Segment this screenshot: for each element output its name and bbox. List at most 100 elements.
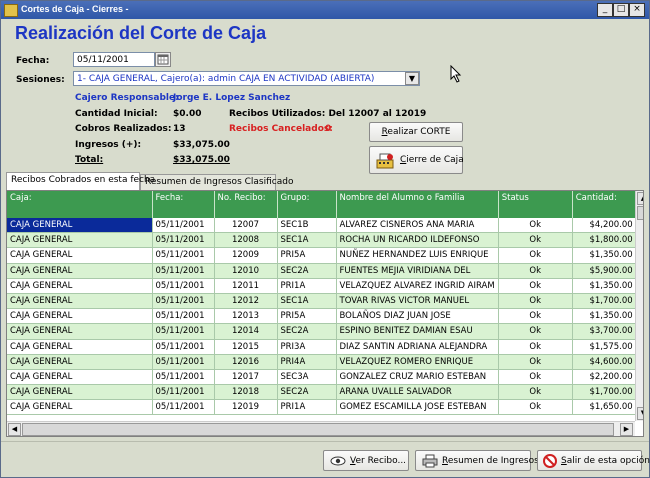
- cell-cantidad[interactable]: $1,700.00: [572, 293, 637, 310]
- cell-caja[interactable]: CAJA GENERAL: [7, 354, 153, 370]
- table-row[interactable]: CAJA GENERAL 05/11/2001 12019 PRI1A GOMEZ ES…: [7, 399, 637, 416]
- column-header-fecha[interactable]: Fecha:: [152, 191, 215, 218]
- cell-grupo[interactable]: SEC2A: [277, 263, 337, 279]
- cell-caja[interactable]: CAJA GENERAL: [7, 278, 153, 294]
- cell-recibo[interactable]: 12007: [214, 218, 278, 234]
- cell-grupo[interactable]: PRI1A: [277, 278, 337, 294]
- table-row[interactable]: CAJA GENERAL 05/11/2001 12009 PRI5A NUÑEZ HE…: [7, 247, 637, 264]
- scroll-up-icon[interactable]: ▲: [637, 192, 643, 205]
- maximize-button[interactable]: □: [613, 3, 629, 17]
- cell-status[interactable]: Ok: [498, 399, 573, 416]
- cell-recibo[interactable]: 12009: [214, 247, 278, 264]
- horizontal-scrollbar[interactable]: ◀ ▶: [7, 421, 635, 436]
- cell-recibo[interactable]: 12017: [214, 369, 278, 386]
- cell-recibo[interactable]: 12016: [214, 354, 278, 370]
- cell-nombre[interactable]: VELAZQUEZ ROMERO ENRIQUE: [336, 354, 499, 370]
- column-header-grupo[interactable]: Grupo:: [277, 191, 337, 218]
- cell-grupo[interactable]: PRI3A: [277, 339, 337, 355]
- cell-fecha[interactable]: 05/11/2001: [152, 247, 215, 264]
- cell-fecha[interactable]: 05/11/2001: [152, 232, 215, 249]
- cell-nombre[interactable]: NUÑEZ HERNANDEZ LUIS ENRIQUE: [336, 247, 499, 264]
- cell-grupo[interactable]: SEC2A: [277, 323, 337, 340]
- chevron-down-icon[interactable]: ▼: [405, 72, 419, 85]
- cell-fecha[interactable]: 05/11/2001: [152, 339, 215, 355]
- cell-cantidad[interactable]: $4,600.00: [572, 354, 637, 370]
- cell-cantidad[interactable]: $1,350.00: [572, 278, 637, 294]
- cell-status[interactable]: Ok: [498, 218, 573, 234]
- close-button[interactable]: ×: [629, 3, 645, 17]
- cell-nombre[interactable]: VELAZQUEZ ALVAREZ INGRID AIRAM: [336, 278, 499, 294]
- cell-fecha[interactable]: 05/11/2001: [152, 218, 215, 234]
- cell-nombre[interactable]: TOVAR RIVAS VICTOR MANUEL: [336, 293, 499, 310]
- vertical-scroll-thumb[interactable]: [637, 206, 643, 220]
- cell-nombre[interactable]: GOMEZ ESCAMILLA JOSE ESTEBAN: [336, 399, 499, 416]
- cell-cantidad[interactable]: $1,350.00: [572, 308, 637, 325]
- cell-fecha[interactable]: 05/11/2001: [152, 369, 215, 386]
- cell-grupo[interactable]: PRI1A: [277, 399, 337, 416]
- scroll-right-icon[interactable]: ▶: [620, 423, 633, 436]
- cell-grupo[interactable]: SEC1B: [277, 218, 337, 234]
- cell-nombre[interactable]: ALVAREZ CISNEROS ANA MARIA: [336, 218, 499, 234]
- cell-fecha[interactable]: 05/11/2001: [152, 308, 215, 325]
- cell-cantidad[interactable]: $1,700.00: [572, 384, 637, 401]
- cell-status[interactable]: Ok: [498, 339, 573, 355]
- cell-recibo[interactable]: 12014: [214, 323, 278, 340]
- table-row[interactable]: CAJA GENERAL 05/11/2001 12014 SEC2A ESPINO B…: [7, 323, 637, 340]
- calendar-button[interactable]: [155, 52, 171, 67]
- cell-status[interactable]: Ok: [498, 369, 573, 386]
- cell-fecha[interactable]: 05/11/2001: [152, 293, 215, 310]
- cell-cantidad[interactable]: $1,650.00: [572, 399, 637, 416]
- column-header-caja[interactable]: Caja:: [7, 191, 153, 218]
- cell-nombre[interactable]: ARANA UVALLE SALVADOR: [336, 384, 499, 401]
- table-row[interactable]: CAJA GENERAL 05/11/2001 12018 SEC2A ARANA UV…: [7, 384, 637, 401]
- scroll-left-icon[interactable]: ◀: [8, 423, 21, 436]
- cell-status[interactable]: Ok: [498, 354, 573, 370]
- cell-caja[interactable]: CAJA GENERAL: [7, 263, 153, 279]
- cell-caja[interactable]: CAJA GENERAL: [7, 369, 153, 386]
- cell-cantidad[interactable]: $3,700.00: [572, 323, 637, 340]
- cell-status[interactable]: Ok: [498, 232, 573, 249]
- cell-fecha[interactable]: 05/11/2001: [152, 263, 215, 279]
- cell-grupo[interactable]: SEC3A: [277, 369, 337, 386]
- cell-grupo[interactable]: PRI4A: [277, 354, 337, 370]
- table-row[interactable]: CAJA GENERAL 05/11/2001 12013 PRI5A BOLAÑOS …: [7, 308, 637, 325]
- scroll-down-icon[interactable]: ▼: [637, 407, 643, 420]
- table-row[interactable]: CAJA GENERAL 05/11/2001 12017 SEC3A GONZALEZ…: [7, 369, 637, 386]
- cell-status[interactable]: Ok: [498, 384, 573, 401]
- cierre-caja-button[interactable]: Cierre de Caja: [369, 146, 464, 174]
- cell-cantidad[interactable]: $2,200.00: [572, 369, 637, 386]
- cell-status[interactable]: Ok: [498, 293, 573, 310]
- cell-cantidad[interactable]: $4,200.00: [572, 218, 637, 234]
- cell-caja[interactable]: CAJA GENERAL: [7, 384, 153, 401]
- cell-status[interactable]: Ok: [498, 323, 573, 340]
- cell-caja[interactable]: CAJA GENERAL: [7, 339, 153, 355]
- cell-grupo[interactable]: PRI5A: [277, 308, 337, 325]
- salir-button[interactable]: Salir de esta opción: [537, 450, 650, 471]
- cell-caja[interactable]: CAJA GENERAL: [7, 323, 153, 340]
- table-row[interactable]: CAJA GENERAL 05/11/2001 12015 PRI3A DIAZ SAN…: [7, 339, 637, 355]
- table-row[interactable]: CAJA GENERAL 05/11/2001 12007 SEC1B ALVAREZ …: [7, 218, 637, 234]
- cell-caja[interactable]: CAJA GENERAL: [7, 399, 153, 416]
- cell-nombre[interactable]: DIAZ SANTIN ADRIANA ALEJANDRA: [336, 339, 499, 355]
- cell-recibo[interactable]: 12015: [214, 339, 278, 355]
- cell-fecha[interactable]: 05/11/2001: [152, 399, 215, 416]
- cell-recibo[interactable]: 12012: [214, 293, 278, 310]
- cell-recibo[interactable]: 12011: [214, 278, 278, 294]
- cell-recibo[interactable]: 12019: [214, 399, 278, 416]
- cell-caja[interactable]: CAJA GENERAL: [7, 232, 153, 249]
- cell-fecha[interactable]: 05/11/2001: [152, 384, 215, 401]
- cell-recibo[interactable]: 12018: [214, 384, 278, 401]
- cell-grupo[interactable]: SEC2A: [277, 384, 337, 401]
- cell-status[interactable]: Ok: [498, 308, 573, 325]
- tab-resumen-ingresos[interactable]: Resumen de Ingresos Clasificado: [140, 174, 293, 190]
- horizontal-scroll-thumb[interactable]: [22, 423, 614, 436]
- cell-nombre[interactable]: GONZALEZ CRUZ MARIO ESTEBAN: [336, 369, 499, 386]
- cell-nombre[interactable]: FUENTES MEJIA VIRIDIANA DEL: [336, 263, 499, 279]
- cell-status[interactable]: Ok: [498, 278, 573, 294]
- table-row[interactable]: CAJA GENERAL 05/11/2001 12010 SEC2A FUENTES …: [7, 263, 637, 279]
- cell-recibo[interactable]: 12010: [214, 263, 278, 279]
- vertical-scrollbar[interactable]: ▲ ▼: [635, 191, 643, 421]
- cell-caja[interactable]: CAJA GENERAL: [7, 247, 153, 264]
- cell-cantidad[interactable]: $1,800.00: [572, 232, 637, 249]
- table-row[interactable]: CAJA GENERAL 05/11/2001 12011 PRI1A VELAZQUE…: [7, 278, 637, 294]
